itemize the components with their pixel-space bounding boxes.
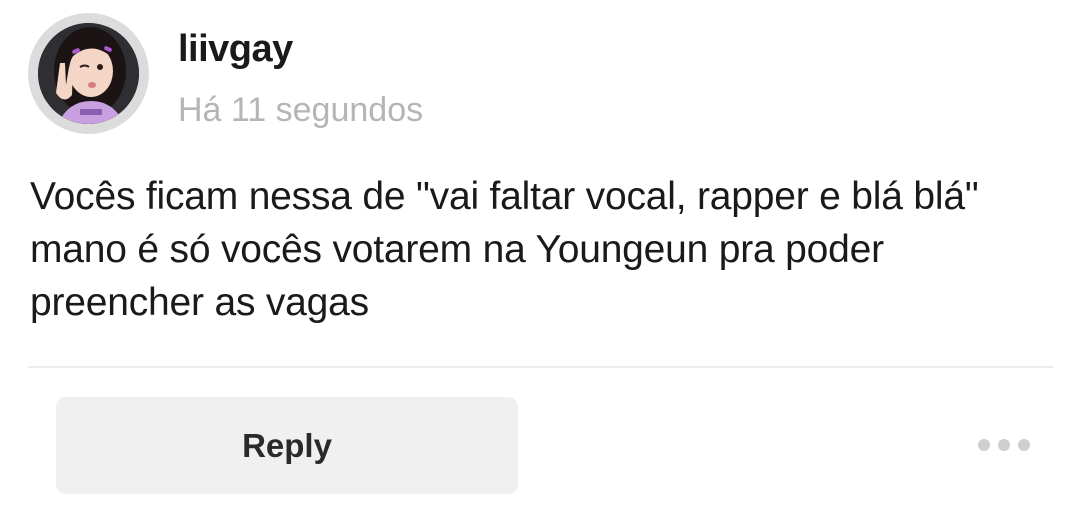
profile-photo-icon — [38, 23, 139, 124]
avatar-ring[interactable] — [28, 13, 149, 134]
divider — [28, 366, 1053, 368]
avatar[interactable] — [38, 23, 139, 124]
reply-button[interactable]: Reply — [56, 397, 518, 494]
more-dot — [998, 439, 1010, 451]
more-dot — [978, 439, 990, 451]
username[interactable]: liivgay — [178, 26, 293, 72]
more-dot — [1018, 439, 1030, 451]
comment-text: Vocês ficam nessa de "vai faltar vocal, … — [30, 175, 979, 324]
comment-timestamp: Há 11 segundos — [178, 91, 424, 129]
more-options-icon[interactable] — [978, 432, 1030, 458]
